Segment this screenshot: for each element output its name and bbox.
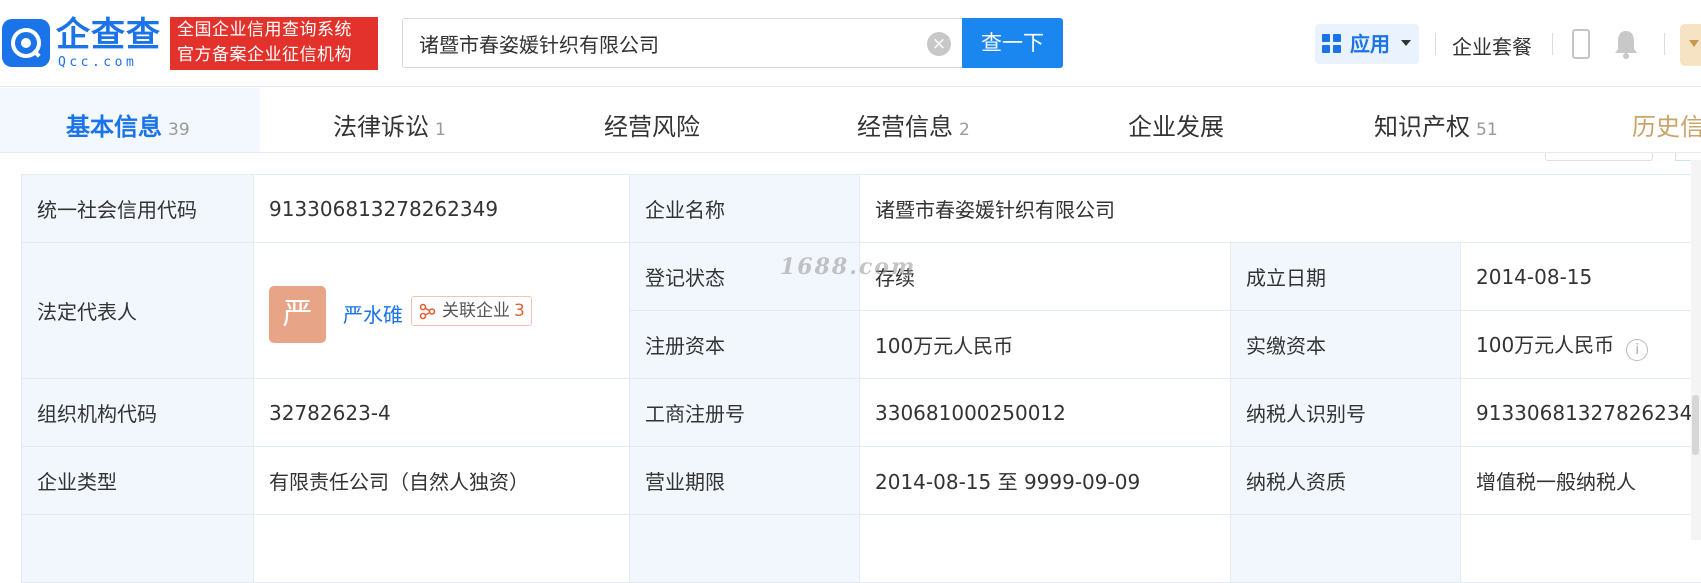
business-term-value: 2014-08-15 至 9999-09-09: [860, 447, 1231, 515]
company-type-value: 有限责任公司（自然人独资）: [254, 447, 630, 515]
tab-intellectual-property[interactable]: 知识产权 51: [1374, 107, 1498, 142]
taxpayer-qual-label: 纳税人资质: [1231, 447, 1461, 515]
biz-reg-value: 330681000250012: [860, 379, 1231, 447]
business-term-label: 营业期限: [630, 447, 860, 515]
divider: [1435, 33, 1436, 55]
tab-development[interactable]: 企业发展: [1128, 107, 1224, 142]
tab-label: 法律诉讼: [333, 113, 429, 141]
paid-capital-value: 100万元人民币: [1476, 333, 1614, 357]
apps-menu-button[interactable]: 应用: [1315, 24, 1419, 64]
taxpayer-qual-value: 增值税一般纳税人: [1461, 447, 1701, 515]
paid-capital-cell: 100万元人民币 i: [1461, 311, 1701, 379]
bell-icon[interactable]: [1613, 28, 1639, 60]
tab-business-info[interactable]: 经营信息 2: [857, 107, 970, 142]
credit-code-label: 统一社会信用代码: [22, 175, 254, 243]
tab-label: 基本信息: [66, 113, 162, 141]
legal-rep: 严 严水碓 关联企业3: [269, 278, 614, 344]
apps-grid-icon: [1322, 34, 1342, 54]
related-count: 3: [514, 301, 525, 321]
cut-off-value: [860, 515, 1231, 583]
search-input[interactable]: [419, 19, 919, 67]
tab-count: 51: [1476, 120, 1498, 140]
related-company-icon: [419, 303, 436, 320]
taxpayer-id-label: 纳税人识别号: [1231, 379, 1461, 447]
company-name-value: 诸暨市春姿媛针织有限公司: [860, 175, 1701, 243]
apps-label: 应用: [1350, 24, 1390, 64]
tab-basic-info[interactable]: 基本信息 39: [66, 107, 190, 142]
tab-label: 经营信息: [857, 113, 953, 141]
scrollbar-thumb[interactable]: [1692, 395, 1699, 455]
established-label: 成立日期: [1231, 243, 1461, 311]
divider: [1664, 33, 1665, 55]
biz-reg-label: 工商注册号: [630, 379, 860, 447]
caret-down-icon: [1401, 40, 1411, 46]
reg-capital-label: 注册资本: [630, 311, 860, 379]
related-label: 关联企业: [442, 301, 510, 321]
tab-label: 知识产权: [1374, 113, 1470, 141]
taxpayer-id-value: 913306813278262349: [1461, 379, 1701, 447]
established-value: 2014-08-15: [1461, 243, 1701, 311]
cut-off-label: [630, 515, 860, 583]
search-box: ×: [402, 18, 963, 68]
watermark: 1688.com: [780, 254, 916, 280]
basic-info-table: 统一社会信用代码 913306813278262349 企业名称 诸暨市春姿媛针…: [21, 174, 1701, 583]
tab-label: 历史信: [1632, 113, 1701, 141]
search-button[interactable]: 查一下: [962, 18, 1063, 68]
divider: [1552, 33, 1553, 55]
reg-capital-value: 100万元人民币: [860, 311, 1231, 379]
table-row: [22, 515, 1701, 583]
clear-icon[interactable]: ×: [927, 32, 951, 56]
cut-off-label: [1231, 515, 1461, 583]
tab-count: 2: [959, 120, 970, 140]
enterprise-package-link[interactable]: 企业套餐: [1452, 31, 1532, 60]
user-avatar[interactable]: [1680, 24, 1701, 66]
org-code-value: 32782623-4: [254, 379, 630, 447]
company-type-label: 企业类型: [22, 447, 254, 515]
table-row: 组织机构代码 32782623-4 工商注册号 330681000250012 …: [22, 379, 1701, 447]
top-header: 企查查 Qcc.com 全国企业信用查询系统 官方备案企业征信机构 × 查一下 …: [0, 0, 1701, 87]
toolbar-button-edge[interactable]: [1545, 153, 1653, 161]
section-tabs: 基本信息 39 法律诉讼 1 经营风险 经营信息 2 企业发展 知识产权 51 历史信: [0, 88, 1701, 153]
logo-text[interactable]: 企查查: [56, 16, 161, 54]
scrollbar-track[interactable]: [1691, 160, 1701, 540]
qcc-logo-icon[interactable]: [2, 19, 50, 67]
org-code-label: 组织机构代码: [22, 379, 254, 447]
avatar[interactable]: 严: [269, 286, 326, 343]
slogan-line-2: 官方备案企业征信机构: [177, 43, 371, 68]
phone-icon[interactable]: [1572, 29, 1590, 59]
legal-rep-cell: 严 严水碓 关联企业3: [254, 243, 630, 379]
slogan-line-1: 全国企业信用查询系统: [177, 18, 371, 43]
paid-capital-label: 实缴资本: [1231, 311, 1461, 379]
company-name-label: 企业名称: [630, 175, 860, 243]
legal-rep-name-link[interactable]: 严水碓: [343, 299, 403, 328]
credit-code-value: 913306813278262349: [254, 175, 630, 243]
info-icon[interactable]: i: [1626, 339, 1648, 361]
tab-business-risk[interactable]: 经营风险: [604, 107, 700, 142]
tab-count: 39: [168, 120, 190, 140]
legal-rep-label: 法定代表人: [22, 243, 254, 379]
tab-count: 1: [435, 120, 446, 140]
tab-history[interactable]: 历史信: [1632, 107, 1701, 142]
tab-legal-litigation[interactable]: 法律诉讼 1: [333, 107, 446, 142]
table-row: 统一社会信用代码 913306813278262349 企业名称 诸暨市春姿媛针…: [22, 175, 1701, 243]
logo-subtitle: Qcc.com: [58, 55, 137, 70]
slogan-badge: 全国企业信用查询系统 官方备案企业征信机构: [170, 17, 378, 70]
related-companies-button[interactable]: 关联企业3: [411, 296, 532, 326]
tab-label: 经营风险: [604, 113, 700, 141]
cut-off-value: [254, 515, 630, 583]
cut-off-label: [22, 515, 254, 583]
cut-off-value: [1461, 515, 1701, 583]
table-row: 企业类型 有限责任公司（自然人独资） 营业期限 2014-08-15 至 999…: [22, 447, 1701, 515]
tab-label: 企业发展: [1128, 113, 1224, 141]
